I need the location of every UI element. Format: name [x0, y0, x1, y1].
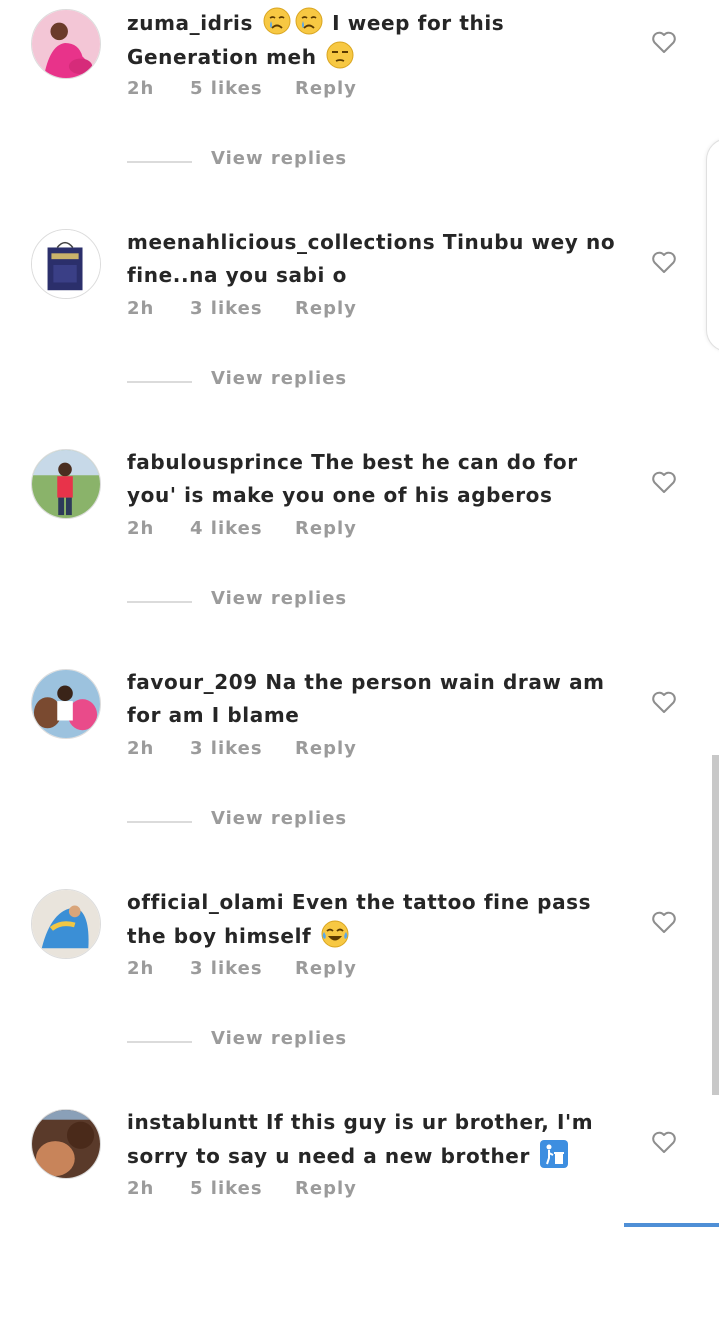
comment-text: fabulousprince The best he can do for yo… [127, 446, 627, 512]
reply-button[interactable]: Reply [295, 298, 357, 319]
replies-divider [127, 821, 192, 823]
reply-button[interactable]: Reply [295, 1178, 357, 1199]
comment-username[interactable]: favour_209 [127, 670, 258, 694]
replies-divider [127, 161, 192, 163]
view-replies-label: View replies [211, 588, 348, 609]
comment-likes[interactable]: 5 likes [190, 1178, 263, 1199]
heart-outline-icon[interactable] [651, 250, 677, 274]
reply-button[interactable]: Reply [295, 78, 357, 99]
bottom-indicator [624, 1223, 719, 1227]
comment-text: zuma_idris I weep for this Generation me… [127, 6, 627, 74]
comment-item: official_olami Even the tattoo fine pass… [0, 880, 719, 1100]
comment-text: instabluntt If this guy is ur brother, I… [127, 1106, 627, 1173]
view-replies-label: View replies [211, 808, 348, 829]
reply-button[interactable]: Reply [295, 738, 357, 759]
comment-text: favour_209 Na the person wain draw am fo… [127, 666, 627, 732]
replies-divider [127, 601, 192, 603]
avatar[interactable] [31, 1109, 101, 1179]
avatar[interactable] [31, 889, 101, 959]
heart-outline-icon[interactable] [651, 690, 677, 714]
view-replies-label: View replies [211, 148, 348, 169]
comment-likes[interactable]: 3 likes [190, 738, 263, 759]
avatar[interactable] [31, 229, 101, 299]
comment-text: official_olami Even the tattoo fine pass… [127, 886, 627, 953]
replies-divider [127, 381, 192, 383]
comment-item: instabluntt If this guy is ur brother, I… [0, 1100, 719, 1320]
comment-item: fabulousprince The best he can do for yo… [0, 440, 719, 660]
avatar[interactable] [31, 449, 101, 519]
reply-button[interactable]: Reply [295, 958, 357, 979]
avatar[interactable] [31, 669, 101, 739]
comment-time: 2h [127, 1178, 155, 1199]
comment-username[interactable]: meenahlicious_collections [127, 230, 435, 254]
comment-username[interactable]: zuma_idris [127, 11, 253, 35]
litter-in-bin-emoji [539, 1139, 569, 1169]
comment-likes[interactable]: 3 likes [190, 958, 263, 979]
replies-divider [127, 1041, 192, 1043]
comment-likes[interactable]: 5 likes [190, 78, 263, 99]
comment-username[interactable]: official_olami [127, 890, 284, 914]
crying-face-emoji [294, 6, 324, 36]
reply-button[interactable]: Reply [295, 518, 357, 539]
face-with-tears-of-joy-emoji [320, 919, 350, 949]
comment-likes[interactable]: 4 likes [190, 518, 263, 539]
heart-outline-icon[interactable] [651, 1130, 677, 1154]
heart-outline-icon[interactable] [651, 470, 677, 494]
view-replies-label: View replies [211, 368, 348, 389]
unamused-face-emoji [325, 40, 355, 70]
view-replies-label: View replies [211, 1028, 348, 1049]
comment-username[interactable]: fabulousprince [127, 450, 304, 474]
comment-username[interactable]: instabluntt [127, 1110, 258, 1134]
comment-time: 2h [127, 738, 155, 759]
scrollbar-thumb[interactable] [712, 755, 719, 1095]
comment-time: 2h [127, 518, 155, 539]
avatar[interactable] [31, 9, 101, 79]
comment-item: zuma_idris I weep for this Generation me… [0, 0, 719, 220]
side-panel-edge[interactable] [706, 138, 719, 352]
heart-outline-icon[interactable] [651, 910, 677, 934]
comment-likes[interactable]: 3 likes [190, 298, 263, 319]
comment-time: 2h [127, 958, 155, 979]
comment-item: favour_209 Na the person wain draw am fo… [0, 660, 719, 880]
comment-item: meenahlicious_collections Tinubu wey no … [0, 220, 719, 440]
crying-face-emoji [262, 6, 292, 36]
comment-time: 2h [127, 298, 155, 319]
heart-outline-icon[interactable] [651, 30, 677, 54]
comment-time: 2h [127, 78, 155, 99]
comment-text: meenahlicious_collections Tinubu wey no … [127, 226, 627, 292]
